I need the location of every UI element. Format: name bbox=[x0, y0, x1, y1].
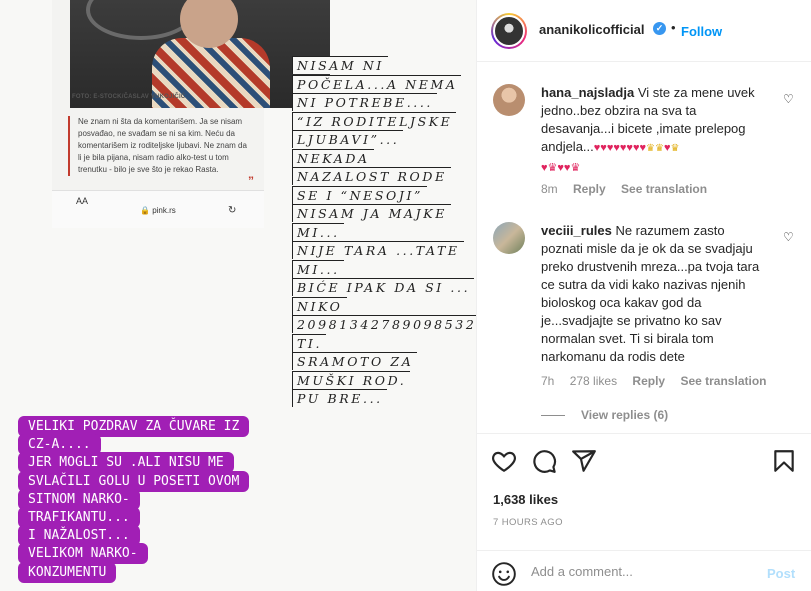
emoji-row: ♥♛♥♥♛ bbox=[541, 162, 581, 174]
comment-meta: 8m Reply See translation bbox=[541, 182, 719, 196]
like-count[interactable]: 1,638 likes bbox=[493, 492, 558, 507]
replies-line bbox=[541, 415, 565, 417]
story-text-line: POČELA...A NEMA bbox=[292, 74, 462, 93]
story-text-line: BIĆE IPAK DA SI ... bbox=[292, 278, 475, 296]
view-replies-button[interactable]: View replies (6) bbox=[541, 408, 668, 422]
follow-button[interactable]: Follow bbox=[681, 24, 722, 39]
photo-credit: FOTO: E-STOCK/ČASLAV VUKOJIČIĆ bbox=[72, 94, 186, 100]
add-comment-bar: Post bbox=[477, 550, 811, 591]
story-text-line: NIJE TARA ...TATE bbox=[292, 241, 464, 259]
comment-text: hana_najsladja Vi ste za mene uvek jedno… bbox=[541, 85, 755, 174]
story-text-line: “IZ RODITELJSKE bbox=[292, 111, 457, 130]
like-comment-heart-icon[interactable]: ♡ bbox=[783, 92, 794, 106]
story-text-line: MUŠKI ROD. bbox=[292, 370, 411, 389]
purple-text-block: VELIKI POZDRAV ZA ČUVARE IZ CZ-A.... JER M… bbox=[18, 416, 250, 583]
comment: hana_najsladja Vi ste za mene uvek jedno… bbox=[477, 76, 811, 196]
story-text-line: MI... bbox=[292, 259, 344, 278]
emoji-icon[interactable] bbox=[491, 561, 517, 587]
lock-icon: 🔒 bbox=[140, 206, 150, 215]
heart-icon[interactable] bbox=[491, 448, 517, 474]
story-text-column: NISAM NI POČELA...A NEMA NI POTREBE.... “IZ… bbox=[292, 56, 476, 408]
story-text-line: SRAMOTO ZA bbox=[292, 352, 418, 370]
comment-username[interactable]: hana_najsladja bbox=[541, 85, 634, 100]
avatar[interactable] bbox=[493, 222, 525, 254]
reply-button[interactable]: Reply bbox=[573, 182, 606, 196]
post-time[interactable]: 7 HOURS AGO bbox=[493, 517, 563, 528]
add-comment-input[interactable] bbox=[531, 564, 741, 579]
comment: veciii_rules Ne razumem zasto poznati mi… bbox=[477, 214, 811, 404]
share-icon[interactable] bbox=[571, 448, 597, 474]
comment-text: veciii_rules Ne razumem zasto poznati mi… bbox=[541, 223, 760, 364]
like-comment-heart-icon[interactable]: ♡ bbox=[783, 230, 794, 244]
see-translation-button[interactable]: See translation bbox=[680, 374, 766, 388]
post-media[interactable]: FOTO: E-STOCK/ČASLAV VUKOJIČIĆ Ne znam n… bbox=[0, 0, 476, 591]
article-photo bbox=[70, 0, 330, 108]
story-text-line: PU BRE... bbox=[292, 389, 387, 407]
post-username[interactable]: ananikolicofficial bbox=[539, 22, 644, 37]
story-text-line: NIKO bbox=[292, 296, 347, 315]
story-text-line: SE I “NESOJI” bbox=[292, 185, 427, 204]
story-text-line: NI POTREBE.... bbox=[292, 93, 437, 111]
reload-icon: ↻ bbox=[228, 205, 237, 216]
comment-username[interactable]: veciii_rules bbox=[541, 223, 612, 238]
story-text-line: NEKADA bbox=[292, 148, 374, 167]
url-text: 🔒 pink.rs bbox=[140, 206, 176, 215]
comment-time: 7h bbox=[541, 374, 555, 388]
story-text-line: NISAM NI bbox=[292, 56, 388, 74]
verified-badge-icon: ✓ bbox=[653, 22, 666, 35]
story-text-line: NAZALOST RODE bbox=[292, 167, 451, 185]
comment-time: 8m bbox=[541, 182, 558, 196]
save-bookmark-icon[interactable] bbox=[771, 448, 797, 474]
story-text-line: TI. bbox=[292, 333, 327, 352]
story-text-line: 20981342789098532 bbox=[292, 315, 476, 333]
purple-text-line: KONZUMENTU bbox=[18, 561, 117, 583]
reply-button[interactable]: Reply bbox=[632, 374, 665, 388]
text-size-icon: AA bbox=[76, 196, 89, 206]
article-screenshot: FOTO: E-STOCK/ČASLAV VUKOJIČIĆ Ne znam n… bbox=[52, 0, 330, 228]
comment-icon[interactable] bbox=[531, 448, 557, 474]
story-text-line: LJUBAVI”... bbox=[292, 130, 404, 148]
post-button[interactable]: Post bbox=[767, 566, 795, 581]
avatar[interactable] bbox=[493, 84, 525, 116]
story-text-line: NISAM JA MAJKE bbox=[292, 204, 451, 222]
story-text-line: MI... bbox=[292, 222, 344, 241]
quote-mark: ” bbox=[248, 174, 254, 188]
see-translation-button[interactable]: See translation bbox=[621, 182, 707, 196]
comment-meta: 7h 278 likes Reply See translation bbox=[541, 374, 778, 388]
separator: • bbox=[671, 20, 676, 35]
comment-likes[interactable]: 278 likes bbox=[570, 374, 617, 388]
avatar[interactable] bbox=[491, 13, 527, 49]
post-header: ananikolicofficial ✓ • Follow bbox=[477, 0, 811, 62]
article-quote: Ne znam ni šta da komentarišem. Ja se ni… bbox=[68, 116, 248, 176]
